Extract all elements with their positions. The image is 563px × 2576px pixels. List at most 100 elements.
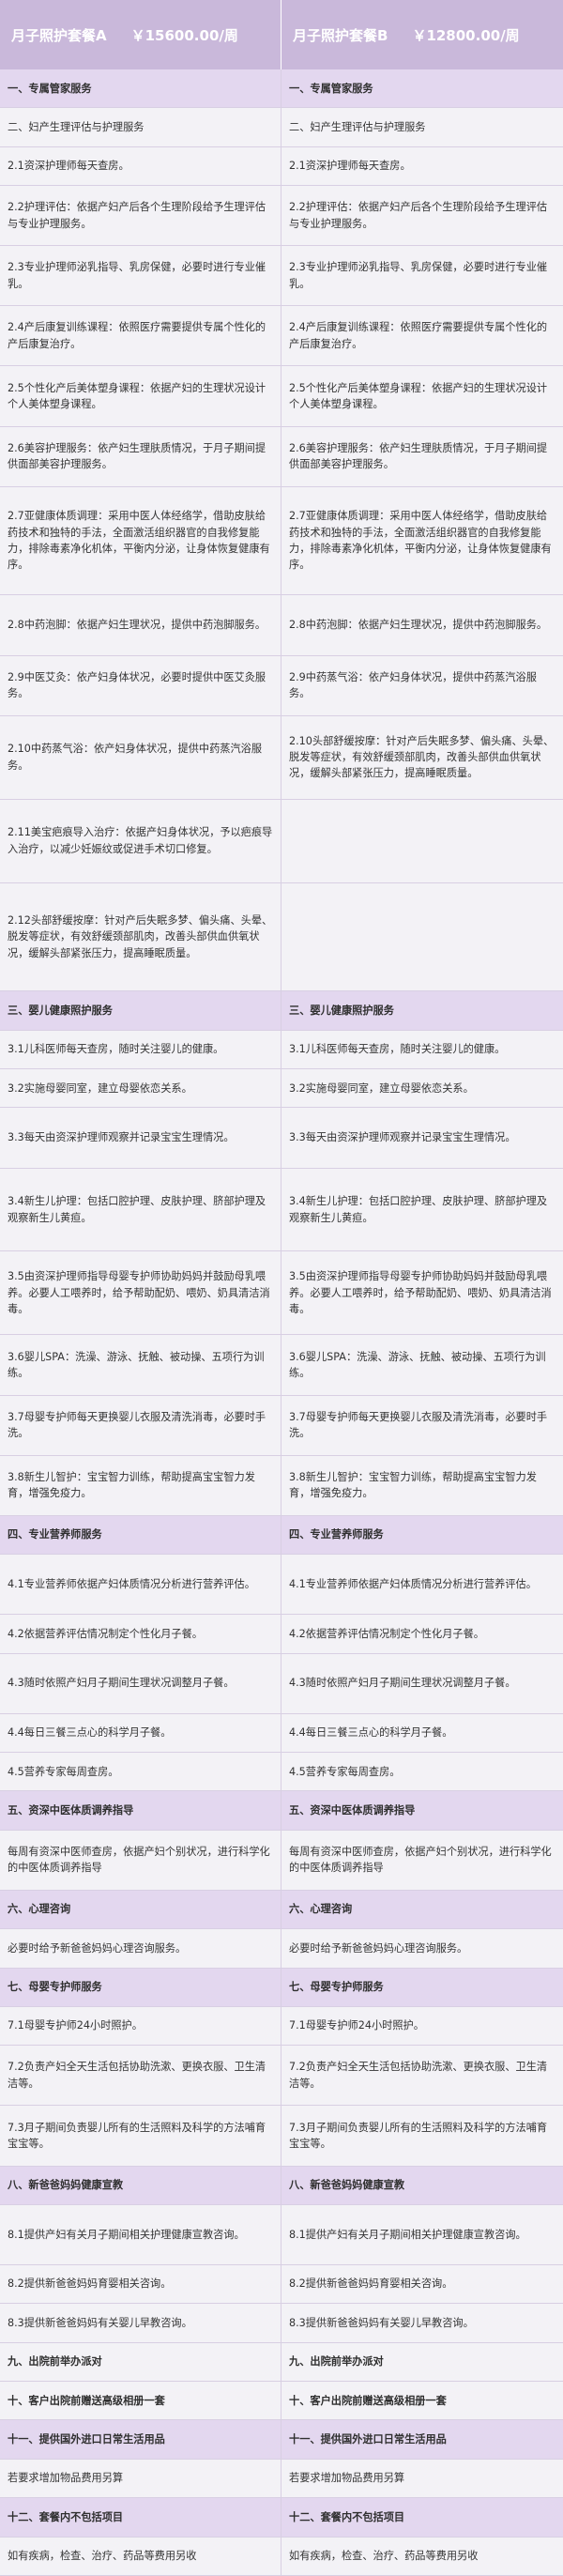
package-b-cell: 五、资深中医体质调养指导: [282, 1791, 563, 1831]
package-b-cell: 3.7母婴专护师每天更换婴儿衣服及清洗消毒，必要时手洗。: [282, 1395, 563, 1456]
package-a-cell: 三、婴儿健康照护服务: [0, 991, 282, 1031]
table-row: 8.2提供新爸爸妈妈育婴相关咨询。 8.2提供新爸爸妈妈育婴相关咨询。: [0, 2264, 563, 2305]
package-b-cell: 4.4每日三餐三点心的科学月子餐。: [282, 1713, 563, 1754]
package-a-cell: 十一、提供国外进口日常生活用品: [0, 2420, 282, 2460]
table-row: 8.1提供产妇有关月子期间相关护理健康宣教咨询。 8.1提供产妇有关月子期间相关护…: [0, 2204, 563, 2265]
package-a-cell: 4.1专业营养师依据产妇体质情况分析进行营养评估。: [0, 1555, 282, 1616]
service-table: 一、专属管家服务 一、专属管家服务 二、妇产生理评估与护理服务 二、妇产生理评估与护理…: [0, 69, 563, 2576]
package-b-cell: 2.7亚健康体质调理：采用中医人体经络学，借助皮肤给药技术和独特的手法，全面激活…: [282, 486, 563, 596]
package-b-cell: 4.5营养专家每周查房。: [282, 1753, 563, 1792]
table-row: 3.5由资深护理师指导母婴专护师协助妈妈并鼓励母乳喂养。必要人工喂养时，给予帮助…: [0, 1251, 563, 1336]
table-row: 3.6婴儿SPA：洗澡、游泳、抚触、被动操、五项行为训练。 3.6婴儿SPA：洗澡…: [0, 1335, 563, 1396]
table-row: 3.7母婴专护师每天更换婴儿衣服及清洗消毒，必要时手洗。 3.7母婴专护师每天更换…: [0, 1395, 563, 1456]
table-row: 每周有资深中医师查房，依据产妇个别状况，进行科学化的中医体质调养指导 每周有资深中…: [0, 1830, 563, 1891]
package-b-cell: 8.1提供产妇有关月子期间相关护理健康宣教咨询。: [282, 2204, 563, 2265]
package-a-cell: 3.8新生儿智护：宝宝智力训练，帮助提高宝宝智力发育，增强免疫力。: [0, 1455, 282, 1516]
package-b-cell: 2.6美容护理服务：依产妇生理肤质情况，于月子期间提供面部美容护理服务。: [282, 426, 563, 487]
table-row: 3.1儿科医师每天查房，随时关注婴儿的健康。 3.1儿科医师每天查房，随时关注婴儿…: [0, 1030, 563, 1070]
package-a-cell: 3.6婴儿SPA：洗澡、游泳、抚触、被动操、五项行为训练。: [0, 1335, 282, 1396]
package-b-cell: 2.2护理评估：依据产妇产后各个生理阶段给予生理评估与专业护理服务。: [282, 186, 563, 247]
table-row: 2.5个性化产后美体塑身课程：依据产妇的生理状况设计个人美体塑身课程。 2.5个性…: [0, 366, 563, 427]
table-row: 若要求增加物品费用另算 若要求增加物品费用另算: [0, 2459, 563, 2499]
package-a-price: ￥15600.00/周: [130, 26, 238, 44]
table-row: 4.1专业营养师依据产妇体质情况分析进行营养评估。 4.1专业营养师依据产妇体质情…: [0, 1555, 563, 1616]
package-a-cell: 十、客户出院前赠送高级相册一套: [0, 2382, 282, 2421]
package-header: 月子照护套餐A ￥15600.00/周 月子照护套餐B ￥12800.00/周: [0, 0, 563, 69]
package-b-cell: 3.6婴儿SPA：洗澡、游泳、抚触、被动操、五项行为训练。: [282, 1335, 563, 1396]
package-a-cell: 如有疾病，检查、治疗、药品等费用另收: [0, 2537, 282, 2576]
package-b-cell: 8.3提供新爸爸妈妈有关婴儿早教咨询。: [282, 2304, 563, 2343]
section-row: 三、婴儿健康照护服务 三、婴儿健康照护服务: [0, 991, 563, 1031]
section-row: 十二、套餐内不包括项目 十二、套餐内不包括项目: [0, 2498, 563, 2538]
package-a-cell: 2.9中医艾灸：依产妇身体状况，必要时提供中医艾灸服务。: [0, 655, 282, 716]
package-b-cell: 必要时给予新爸爸妈妈心理咨询服务。: [282, 1929, 563, 1969]
package-b-cell: 一、专属管家服务: [282, 69, 563, 109]
package-a-cell: 2.7亚健康体质调理：采用中医人体经络学，借助皮肤给药技术和独特的手法，全面激活…: [0, 486, 282, 596]
package-b-name: 月子照护套餐B: [293, 26, 388, 44]
package-a-cell: 4.5营养专家每周查房。: [0, 1753, 282, 1792]
table-row: 4.5营养专家每周查房。 4.5营养专家每周查房。: [0, 1753, 563, 1792]
package-a-cell: 2.12头部舒缓按摩：针对产后失眠多梦、偏头痛、头晕、脱发等症状，有效舒缓颈部肌…: [0, 882, 282, 992]
package-b-cell: [282, 882, 563, 992]
package-a-cell: 7.3月子期间负责婴儿所有的生活照料及科学的方法哺育宝宝等。: [0, 2106, 282, 2167]
package-b-cell: 八、新爸爸妈妈健康宣教: [282, 2166, 563, 2205]
section-row: 六、心理咨询 六、心理咨询: [0, 1890, 563, 1930]
package-b-header: 月子照护套餐B ￥12800.00/周: [282, 0, 563, 69]
package-a-cell: 2.10中药蒸气浴：依产妇身体状况，提供中药蒸汽浴服务。: [0, 715, 282, 800]
table-row: 2.9中医艾灸：依产妇身体状况，必要时提供中医艾灸服务。 2.9中药蒸气浴：依产妇…: [0, 655, 563, 716]
package-b-cell: 2.3专业护理师泌乳指导、乳房保健，必要时进行专业催乳。: [282, 246, 563, 307]
table-row: 二、妇产生理评估与护理服务 二、妇产生理评估与护理服务: [0, 108, 563, 147]
package-b-cell: 8.2提供新爸爸妈妈育婴相关咨询。: [282, 2264, 563, 2305]
package-a-cell: 8.1提供产妇有关月子期间相关护理健康宣教咨询。: [0, 2204, 282, 2265]
package-a-cell: 3.5由资深护理师指导母婴专护师协助妈妈并鼓励母乳喂养。必要人工喂养时，给予帮助…: [0, 1251, 282, 1336]
package-b-cell: 7.2负责产妇全天生活包括协助洗漱、更换衣服、卫生清洁等。: [282, 2046, 563, 2107]
package-a-cell: 7.2负责产妇全天生活包括协助洗漱、更换衣服、卫生清洁等。: [0, 2046, 282, 2107]
section-row: 七、母婴专护师服务 七、母婴专护师服务: [0, 1968, 563, 2007]
package-a-cell: 7.1母婴专护师24小时照护。: [0, 2006, 282, 2047]
table-row: 3.3每天由资深护理师观察并记录宝宝生理情况。 3.3每天由资深护理师观察并记录宝…: [0, 1108, 563, 1169]
section-row: 十一、提供国外进口日常生活用品 十一、提供国外进口日常生活用品: [0, 2420, 563, 2460]
package-a-header: 月子照护套餐A ￥15600.00/周: [0, 0, 282, 69]
package-a-cell: 3.4新生儿护理：包括口腔护理、皮肤护理、脐部护理及观察新生儿黄疸。: [0, 1168, 282, 1252]
package-b-cell: 九、出院前举办派对: [282, 2342, 563, 2383]
package-a-cell: 2.11美宝疤痕导入治疗：依据产妇身体状况，予以疤痕导入治疗，以减少妊娠纹或促进…: [0, 799, 282, 883]
package-b-cell: 七、母婴专护师服务: [282, 1968, 563, 2007]
package-b-cell: 7.1母婴专护师24小时照护。: [282, 2006, 563, 2047]
package-b-cell: 3.5由资深护理师指导母婴专护师协助妈妈并鼓励母乳喂养。必要人工喂养时，给予帮助…: [282, 1251, 563, 1336]
package-b-cell: 十、客户出院前赠送高级相册一套: [282, 2382, 563, 2421]
package-a-cell: 2.6美容护理服务：依产妇生理肤质情况，于月子期间提供面部美容护理服务。: [0, 426, 282, 487]
package-b-price: ￥12800.00/周: [412, 26, 520, 44]
package-a-cell: 2.4产后康复训练课程：依照医疗需要提供专属个性化的产后康复治疗。: [0, 306, 282, 367]
table-row: 4.4每日三餐三点心的科学月子餐。 4.4每日三餐三点心的科学月子餐。: [0, 1713, 563, 1754]
package-b-cell: 3.2实施母婴同室，建立母婴依恋关系。: [282, 1069, 563, 1109]
package-b-cell: 2.4产后康复训练课程：依照医疗需要提供专属个性化的产后康复治疗。: [282, 306, 563, 367]
package-comparison: 月子照护套餐A ￥15600.00/周 月子照护套餐B ￥12800.00/周 …: [0, 0, 563, 2576]
package-b-cell: 3.1儿科医师每天查房，随时关注婴儿的健康。: [282, 1030, 563, 1070]
package-a-name: 月子照护套餐A: [11, 26, 107, 44]
package-a-cell: 3.3每天由资深护理师观察并记录宝宝生理情况。: [0, 1108, 282, 1169]
table-row: 7.1母婴专护师24小时照护。 7.1母婴专护师24小时照护。: [0, 2006, 563, 2047]
table-row: 如有疾病，检查、治疗、药品等费用另收 如有疾病，检查、治疗、药品等费用另收: [0, 2537, 563, 2576]
section-row: 一、专属管家服务 一、专属管家服务: [0, 69, 563, 109]
section-row: 九、出院前举办派对 九、出院前举办派对: [0, 2342, 563, 2383]
package-a-cell: 十二、套餐内不包括项目: [0, 2498, 282, 2538]
table-row: 2.1资深护理师每天查房。 2.1资深护理师每天查房。: [0, 146, 563, 187]
table-row: 2.4产后康复训练课程：依照医疗需要提供专属个性化的产后康复治疗。 2.4产后康复…: [0, 306, 563, 367]
package-b-cell: 7.3月子期间负责婴儿所有的生活照料及科学的方法哺育宝宝等。: [282, 2106, 563, 2167]
table-row: 4.3随时依照产妇月子期间生理状况调整月子餐。 4.3随时依照产妇月子期间生理状况…: [0, 1653, 563, 1714]
table-row: 2.10中药蒸气浴：依产妇身体状况，提供中药蒸汽浴服务。 2.10头部舒缓按摩：针…: [0, 715, 563, 800]
package-b-cell: 2.10头部舒缓按摩：针对产后失眠多梦、偏头痛、头晕、脱发等症状，有效舒缓颈部肌…: [282, 715, 563, 800]
package-a-cell: 七、母婴专护师服务: [0, 1968, 282, 2007]
package-a-cell: 8.2提供新爸爸妈妈育婴相关咨询。: [0, 2264, 282, 2305]
table-row: 8.3提供新爸爸妈妈有关婴儿早教咨询。 8.3提供新爸爸妈妈有关婴儿早教咨询。: [0, 2304, 563, 2343]
package-b-cell: 若要求增加物品费用另算: [282, 2459, 563, 2499]
package-b-cell: 三、婴儿健康照护服务: [282, 991, 563, 1031]
package-a-cell: 8.3提供新爸爸妈妈有关婴儿早教咨询。: [0, 2304, 282, 2343]
package-b-cell: 2.8中药泡脚：依据产妇生理状况，提供中药泡脚服务。: [282, 595, 563, 656]
package-b-cell: 3.3每天由资深护理师观察并记录宝宝生理情况。: [282, 1108, 563, 1169]
package-b-cell: [282, 799, 563, 883]
package-a-cell: 若要求增加物品费用另算: [0, 2459, 282, 2499]
table-row: 4.2依据营养评估情况制定个性化月子餐。 4.2依据营养评估情况制定个性化月子餐。: [0, 1615, 563, 1654]
table-row: 3.2实施母婴同室，建立母婴依恋关系。 3.2实施母婴同室，建立母婴依恋关系。: [0, 1069, 563, 1109]
package-a-cell: 2.8中药泡脚：依据产妇生理状况，提供中药泡脚服务。: [0, 595, 282, 656]
